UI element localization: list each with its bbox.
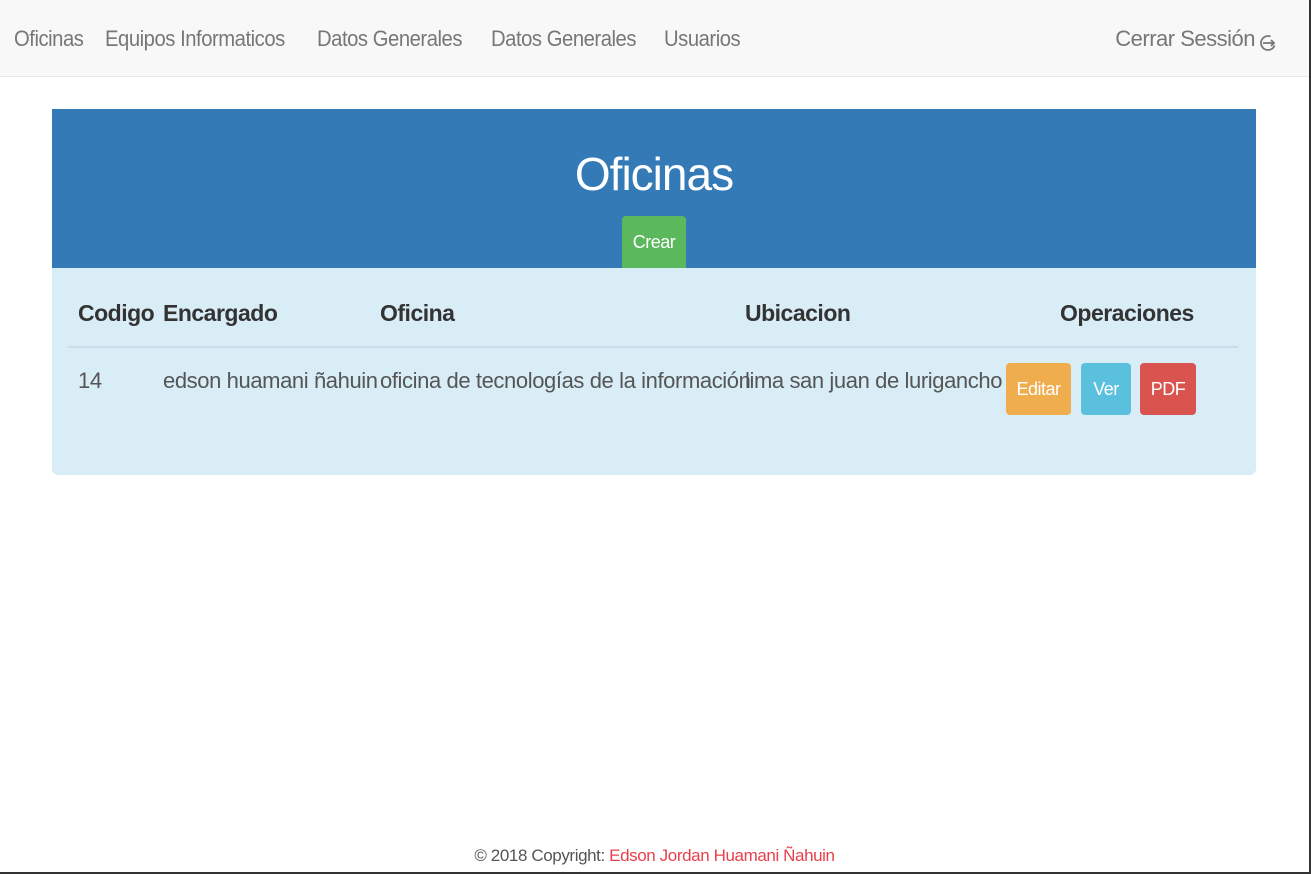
edit-button[interactable]: Editar: [1006, 363, 1071, 415]
cell-oficina: oficina de tecnologías de la información: [380, 368, 751, 393]
footer-copyright: © 2018 Copyright:: [474, 846, 610, 865]
create-button[interactable]: Crear: [622, 216, 686, 268]
nav-links: Oficinas Equipos Informaticos Datos Gene…: [14, 26, 763, 52]
cell-codigo: 14: [78, 368, 102, 393]
table-header-row: Codigo Encargado Oficina Ubicacion Opera…: [68, 286, 1238, 348]
nav-link-datos-generales-2[interactable]: Datos Generales: [491, 26, 636, 52]
cell-encargado: edson huamani ñahuin: [163, 368, 378, 393]
footer: © 2018 Copyright: Edson Jordan Huamani Ñ…: [0, 846, 1309, 866]
column-header-oficina: Oficina: [380, 300, 455, 326]
column-header-ubicacion: Ubicacion: [745, 300, 851, 326]
nav-link-datos-generales[interactable]: Datos Generales: [317, 26, 462, 52]
logout-label: Cerrar Sessión: [1115, 26, 1255, 51]
oficinas-panel: Oficinas Crear Codigo Encargado Oficina …: [52, 109, 1256, 475]
oficinas-table: Codigo Encargado Oficina Ubicacion Opera…: [68, 286, 1238, 418]
footer-author: Edson Jordan Huamani Ñahuin: [609, 846, 835, 865]
view-button[interactable]: Ver: [1081, 363, 1131, 415]
logout-link[interactable]: Cerrar Sessión: [1115, 26, 1277, 52]
table-row: 14 edson huamani ñahuin oficina de tecno…: [68, 348, 1238, 418]
pdf-button[interactable]: PDF: [1140, 363, 1196, 415]
column-header-codigo: Codigo: [78, 300, 155, 326]
cell-ubicacion: lima san juan de lurigancho: [745, 368, 1003, 393]
top-navbar: Oficinas Equipos Informaticos Datos Gene…: [0, 0, 1309, 77]
nav-link-equipos-informaticos[interactable]: Equipos Informaticos: [105, 26, 285, 52]
nav-link-usuarios[interactable]: Usuarios: [664, 26, 741, 52]
nav-link-oficinas[interactable]: Oficinas: [14, 26, 84, 52]
page-title: Oficinas: [574, 148, 734, 200]
logout-icon: [1259, 32, 1277, 51]
column-header-encargado: Encargado: [163, 300, 278, 326]
column-header-operaciones: Operaciones: [1060, 300, 1194, 326]
panel-header: Oficinas Crear: [52, 109, 1256, 268]
